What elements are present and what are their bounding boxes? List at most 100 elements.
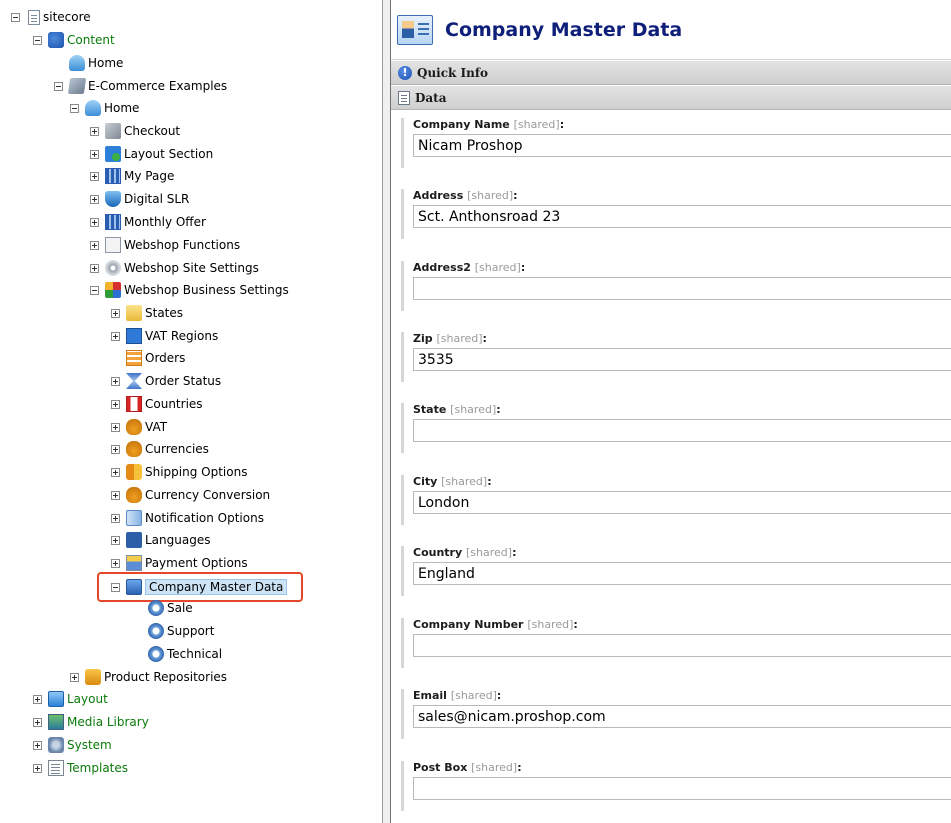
collapse-icon[interactable] [33,35,42,45]
expand-icon[interactable] [33,763,42,773]
field-label: Email [shared]: [413,689,502,702]
expand-icon[interactable] [111,399,120,409]
flag-icon [126,396,142,412]
state-input[interactable] [413,419,951,442]
tree-label: Content [67,33,115,47]
expand-icon[interactable] [90,149,99,159]
tree-node-currency-conversion[interactable]: Currency Conversion [111,485,270,505]
address-input[interactable] [413,205,951,228]
tree-node-media-library[interactable]: Media Library [33,712,149,732]
tree-node-languages[interactable]: Languages [111,530,210,550]
expand-icon[interactable] [90,217,99,227]
post-box-input[interactable] [413,777,951,800]
section-data[interactable]: Data [391,85,951,110]
tree-node-orders[interactable]: Orders [111,348,185,368]
tree-node-currencies[interactable]: Currencies [111,439,209,459]
expand-icon[interactable] [33,717,42,727]
tree-label: States [145,306,184,320]
tree-node-countries[interactable]: Countries [111,394,203,414]
tree-node-layout-section[interactable]: Layout Section [90,144,213,164]
tree-node-templates[interactable]: Templates [33,758,128,778]
expand-icon[interactable] [111,490,120,500]
tree-label: Currency Conversion [145,488,271,502]
expand-icon[interactable] [111,331,120,341]
tree-node-monthly-offer[interactable]: Monthly Offer [90,212,206,232]
tree-node-my-page[interactable]: My Page [90,166,174,186]
info-icon [398,65,412,80]
expand-icon[interactable] [90,263,99,273]
expand-icon[interactable] [111,513,120,523]
expand-icon[interactable] [90,194,99,204]
product-icon [105,191,121,207]
city-input[interactable] [413,491,951,514]
tree-label: Sale [167,601,193,615]
zip-input[interactable] [413,348,951,371]
expand-icon[interactable] [111,308,120,318]
tree-label: Countries [145,397,203,411]
layout-icon [48,691,64,707]
expand-icon[interactable] [111,444,120,454]
tree-label: Monthly Offer [124,215,206,229]
expand-icon[interactable] [90,240,99,250]
field-label: Post Box [shared]: [413,761,522,774]
expand-icon[interactable] [90,171,99,181]
at-sign-icon [148,623,164,639]
tree-node-webshop-functions[interactable]: Webshop Functions [90,235,240,255]
expand-icon[interactable] [111,535,120,545]
tree-node-notification-options[interactable]: Notification Options [111,508,264,528]
tree-label: System [67,738,112,752]
tree-node-content[interactable]: Content [33,30,115,50]
tree-node-states[interactable]: States [111,303,183,323]
tree-node-payment-options[interactable]: Payment Options [111,553,248,573]
field-label: Country [shared]: [413,546,517,559]
company-number-input[interactable] [413,634,951,657]
expand-icon[interactable] [111,467,120,477]
tree-node-system[interactable]: System [33,735,112,755]
business-settings-icon [105,282,121,298]
tree-node-vat-regions[interactable]: VAT Regions [111,326,218,346]
country-input[interactable] [413,562,951,585]
field-label: Zip [shared]: [413,332,487,345]
collapse-icon[interactable] [90,285,99,295]
tree-node-support[interactable]: Support [148,621,214,641]
tree-node-vat[interactable]: VAT [111,417,167,437]
expand-icon[interactable] [33,740,42,750]
gear-icon [105,260,121,276]
company-name-input[interactable] [413,134,951,157]
tree-label: Support [167,624,215,638]
expand-icon[interactable] [90,126,99,136]
tree-label: Digital SLR [124,192,190,206]
pane-splitter[interactable] [382,0,391,823]
money-bag-icon [126,419,142,435]
expand-icon[interactable] [111,558,120,568]
tree-label: Technical [167,647,223,661]
tree-node-webshop-business-settings[interactable]: Webshop Business Settings [90,280,289,300]
expand-icon[interactable] [111,422,120,432]
expand-icon[interactable] [111,376,120,386]
tree-node-webshop-site-settings[interactable]: Webshop Site Settings [90,258,259,278]
tree-node-order-status[interactable]: Order Status [111,371,221,391]
tree-node-digital-slr[interactable]: Digital SLR [90,189,189,209]
tree-node-ecommerce-examples[interactable]: E-Commerce Examples [54,76,227,96]
field-post-box: Post Box [shared]: [401,761,951,811]
tree-node-sitecore[interactable]: sitecore [11,7,91,27]
expand-icon[interactable] [33,694,42,704]
section-quick-info[interactable]: Quick Info [391,60,951,85]
address2-input[interactable] [413,277,951,300]
tree-node-layout[interactable]: Layout [33,689,108,709]
orders-icon [126,350,142,366]
tree-node-sale[interactable]: Sale [148,598,193,618]
tree-node-home-top[interactable]: Home [54,53,123,73]
tree-node-product-repositories[interactable]: Product Repositories [70,667,227,687]
tree-node-shipping-options[interactable]: Shipping Options [111,462,247,482]
collapse-icon[interactable] [54,81,63,91]
email-input[interactable] [413,705,951,728]
tree-node-technical[interactable]: Technical [148,644,222,664]
collapse-icon[interactable] [11,12,20,22]
collapse-icon[interactable] [70,103,79,113]
field-email: Email [shared]: [401,689,951,739]
expand-icon[interactable] [70,672,79,682]
tree-node-home[interactable]: Home [70,98,139,118]
tree-node-checkout[interactable]: Checkout [90,121,180,141]
content-editor: Company Master Data Quick Info Data Comp… [391,0,951,823]
